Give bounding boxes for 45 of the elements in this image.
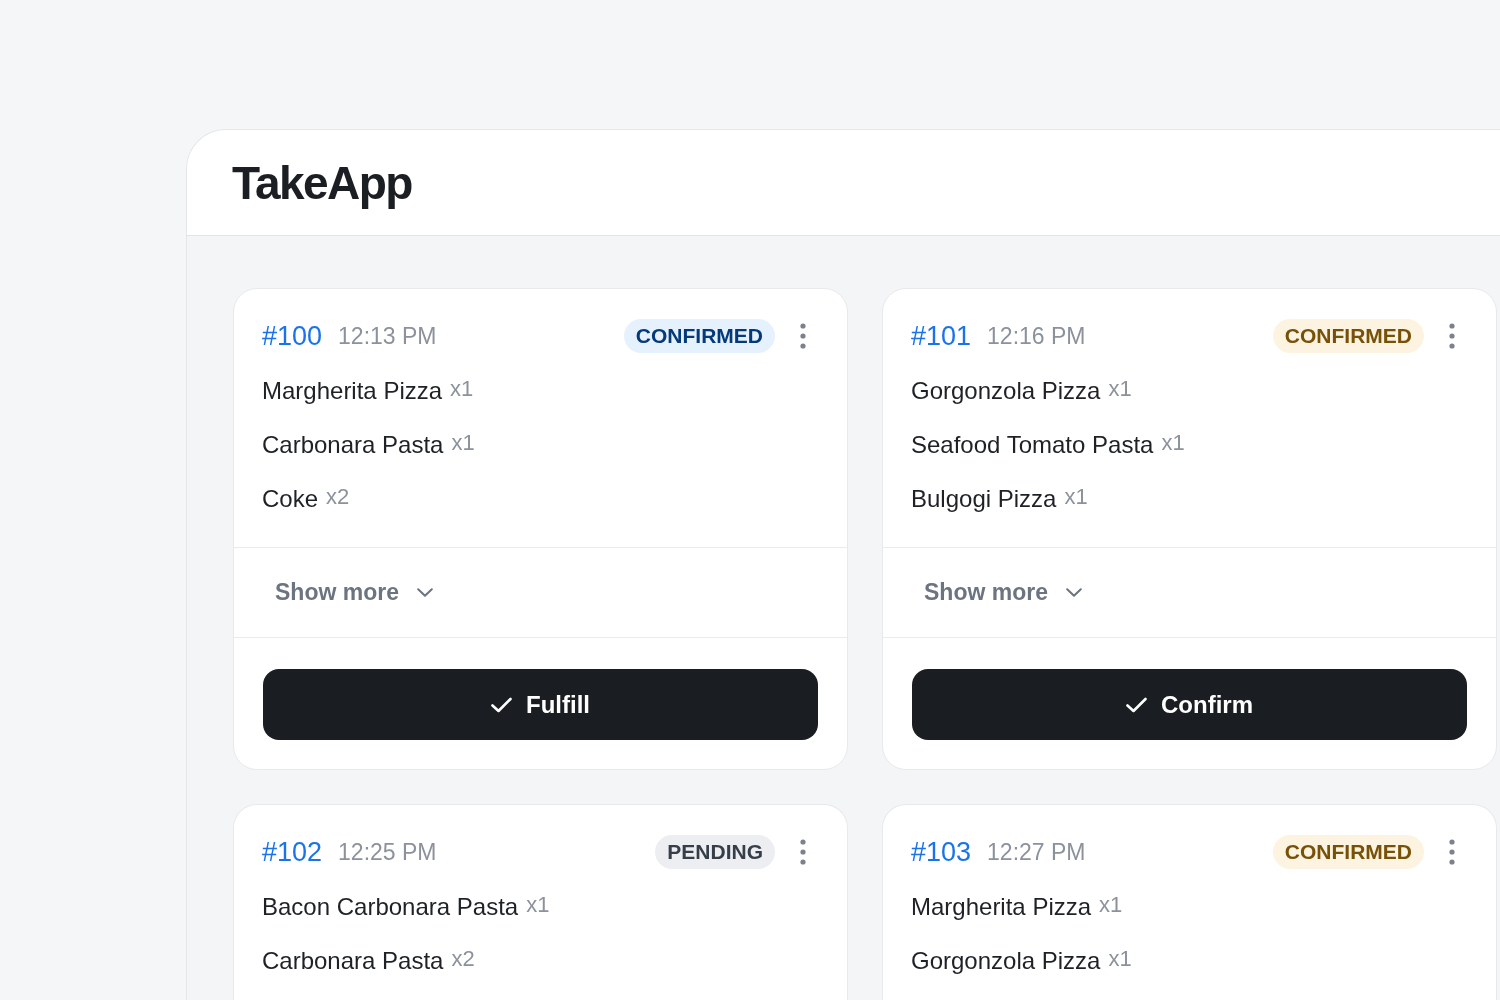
item-quantity: x2 [451,946,475,972]
status-badge: CONFIRMED [623,319,775,353]
show-more-button[interactable]: Show more [263,573,445,612]
status-badge: CONFIRMED [1272,319,1424,353]
order-number-link[interactable]: #100 [262,320,323,352]
order-time: 12:25 PM [338,838,437,866]
order-time: 12:13 PM [338,322,437,350]
app-logo: TakeApp [232,155,412,210]
item-name: Coke [262,485,319,513]
item-quantity: x1 [451,430,475,456]
vertical-dots-icon [800,839,806,865]
item-quantity: x1 [1161,430,1185,456]
show-more-button[interactable]: Show more [912,573,1094,612]
item-name: Gorgonzola Pizza [911,947,1101,975]
status-badge: CONFIRMED [1272,835,1424,869]
item-name: Bulgogi Pizza [911,485,1057,513]
item-name: Margherita Pizza [911,893,1092,921]
item-quantity: x1 [1108,376,1132,402]
item-name: Carbonara Pasta [262,431,444,459]
item-name: Seafood Tomato Pasta [911,431,1154,459]
vertical-dots-icon [1449,323,1455,349]
item-name: Margherita Pizza [262,377,443,405]
item-quantity: x2 [326,484,350,510]
check-icon [491,696,512,713]
order-number-link[interactable]: #103 [911,836,972,868]
chevron-down-icon [416,588,433,597]
item-name: Gorgonzola Pizza [911,377,1101,405]
item-quantity: x1 [526,892,550,918]
vertical-dots-icon [800,323,806,349]
chevron-down-icon [1065,588,1082,597]
item-quantity: x1 [450,376,474,402]
item-quantity: x1 [1064,484,1088,510]
action-button[interactable]: Fulfill [263,669,818,740]
status-badge: PENDING [655,835,775,869]
item-name: Bacon Carbonara Pasta [262,893,519,921]
item-name: Carbonara Pasta [262,947,444,975]
action-button[interactable]: Confirm [912,669,1467,740]
order-number-link[interactable]: #102 [262,836,323,868]
check-icon [1126,696,1147,713]
order-time: 12:27 PM [987,838,1086,866]
item-quantity: x1 [1108,946,1132,972]
order-number-link[interactable]: #101 [911,320,972,352]
vertical-dots-icon [1449,839,1455,865]
order-time: 12:16 PM [987,322,1086,350]
item-quantity: x1 [1099,892,1123,918]
